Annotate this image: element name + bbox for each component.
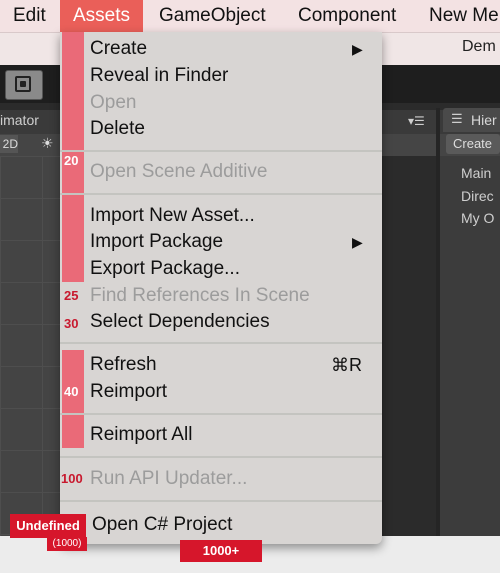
rect-tool-button[interactable] (5, 70, 43, 100)
menu-item-find-references: Find References In Scene (90, 285, 310, 306)
menu-item-reimport-all[interactable]: Reimport All (90, 424, 192, 446)
menu-new[interactable]: New Me (429, 0, 499, 32)
panel-menu-icon[interactable]: ▾☰ (408, 114, 425, 128)
menu-assets[interactable]: Assets (60, 0, 144, 32)
priority-label: 25 (64, 288, 79, 303)
menu-edit[interactable]: Edit (13, 0, 46, 32)
menu-separator (60, 342, 382, 344)
hierarchy-item[interactable]: Main (461, 165, 491, 181)
priority-label: 30 (64, 316, 79, 331)
priority-bar (62, 350, 84, 448)
menu-separator (60, 456, 382, 458)
menu-item-select-dependencies[interactable]: Select Dependencies (90, 311, 270, 333)
rect-tool-icon (15, 76, 31, 92)
menu-item-import-new-asset[interactable]: Import New Asset... (90, 205, 255, 227)
menu-item-export-package[interactable]: Export Package... (90, 258, 240, 280)
menu-item-open: Open (90, 92, 137, 113)
tab-animator[interactable]: imator (0, 112, 39, 128)
undefined-priority-badge: Undefined (10, 514, 86, 538)
menu-separator (60, 413, 382, 415)
undefined-priority-value: (1000) (47, 537, 87, 551)
hierarchy-icon: ☰ (451, 111, 463, 126)
menu-separator (60, 150, 382, 152)
lighting-icon[interactable]: ☀ (41, 135, 54, 152)
menu-item-reveal-in-finder[interactable]: Reveal in Finder (90, 65, 228, 87)
hierarchy-item[interactable]: My O (461, 210, 494, 226)
menu-item-import-package[interactable]: Import Package (90, 231, 223, 253)
submenu-arrow-icon: ▶ (352, 41, 363, 57)
hierarchy-item[interactable]: Direc (461, 188, 494, 204)
menu-bar: Edit Assets GameObject Component New Me (0, 0, 500, 33)
priority-label: 40 (64, 384, 79, 399)
menu-item-reimport[interactable]: Reimport (90, 381, 167, 403)
menu-separator (60, 500, 382, 502)
refresh-shortcut: ⌘R (331, 355, 362, 375)
menu-item-delete[interactable]: Delete (90, 118, 145, 140)
menu-item-open-csharp-project[interactable]: Open C# Project (92, 514, 232, 536)
menu-separator (60, 193, 382, 195)
priority-label: 100 (61, 471, 83, 486)
tab-hierarchy-label: Hier (471, 112, 497, 128)
menu-component[interactable]: Component (298, 0, 396, 32)
menu-item-refresh[interactable]: Refresh (90, 354, 157, 376)
menu-item-create[interactable]: Create (90, 38, 147, 60)
window-title: Dem (462, 38, 496, 55)
priority-label: 20 (64, 153, 79, 168)
toggle-2d-button[interactable]: 2D (0, 135, 18, 153)
menu-item-run-api-updater: Run API Updater... (90, 468, 248, 489)
menu-item-open-scene-additive: Open Scene Additive (90, 161, 268, 182)
priority-1000-plus-badge: 1000+ (180, 540, 262, 562)
hierarchy-create-button[interactable]: Create (446, 134, 500, 154)
menu-gameobject[interactable]: GameObject (159, 0, 266, 32)
submenu-arrow-icon: ▶ (352, 234, 363, 250)
